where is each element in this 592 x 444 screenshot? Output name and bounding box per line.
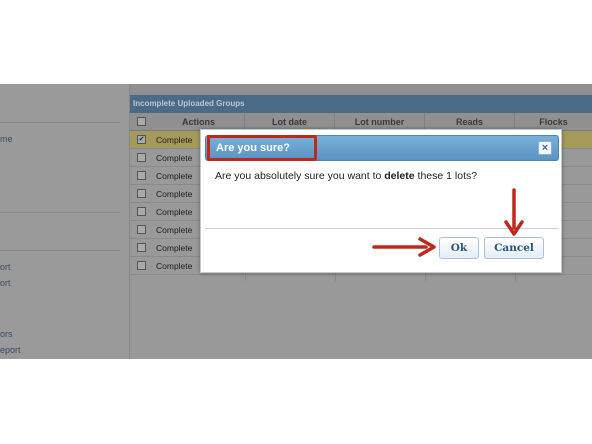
sidebar-divider xyxy=(0,122,120,123)
annotation-highlight-box xyxy=(207,135,317,161)
row-action[interactable]: Complete xyxy=(156,221,192,239)
row-checkbox[interactable] xyxy=(137,171,146,180)
panel-title: Incomplete Uploaded Groups xyxy=(130,95,592,113)
row-action[interactable]: Complete xyxy=(156,203,192,221)
dialog-message-text: these 1 lots? xyxy=(414,170,478,182)
row-action[interactable]: Complete xyxy=(156,167,192,185)
dialog-title-bar[interactable]: Are you sure? × xyxy=(205,135,559,161)
confirm-delete-dialog: Are you sure? × Are you absolutely sure … xyxy=(200,129,562,273)
row-checkbox[interactable]: ✔ xyxy=(137,135,146,144)
row-checkbox[interactable] xyxy=(137,261,146,270)
row-action[interactable]: Complete xyxy=(156,185,192,203)
sidebar-item-fragment[interactable]: ort xyxy=(0,278,11,288)
cancel-button[interactable]: Cancel xyxy=(484,237,544,259)
sidebar-item-fragment[interactable]: ors xyxy=(0,329,13,339)
sidebar-divider xyxy=(0,250,120,251)
dialog-message-emphasis: delete xyxy=(384,170,415,182)
sidebar-item-fragment[interactable]: eport xyxy=(0,345,21,355)
row-checkbox[interactable] xyxy=(137,225,146,234)
row-action[interactable]: Complete xyxy=(156,239,192,257)
dialog-divider xyxy=(205,228,559,229)
select-all-checkbox[interactable] xyxy=(137,117,146,126)
row-checkbox[interactable] xyxy=(137,189,146,198)
dialog-message: Are you absolutely sure you want to dele… xyxy=(215,170,477,182)
row-action[interactable]: Complete xyxy=(156,257,192,275)
ok-button[interactable]: Ok xyxy=(439,237,479,259)
sidebar-item-fragment[interactable]: ort xyxy=(0,262,11,272)
sidebar-item-fragment[interactable]: me xyxy=(0,134,13,144)
row-checkbox[interactable] xyxy=(137,153,146,162)
row-action[interactable]: Complete xyxy=(156,149,192,167)
row-checkbox[interactable] xyxy=(137,207,146,216)
row-action[interactable]: Complete xyxy=(156,131,192,149)
dialog-message-text: Are you absolutely sure you want to xyxy=(215,170,385,182)
close-icon[interactable]: × xyxy=(538,141,552,155)
sidebar-divider xyxy=(0,212,120,213)
row-checkbox[interactable] xyxy=(137,243,146,252)
sidebar: me ort ort ors eport xyxy=(0,84,130,359)
